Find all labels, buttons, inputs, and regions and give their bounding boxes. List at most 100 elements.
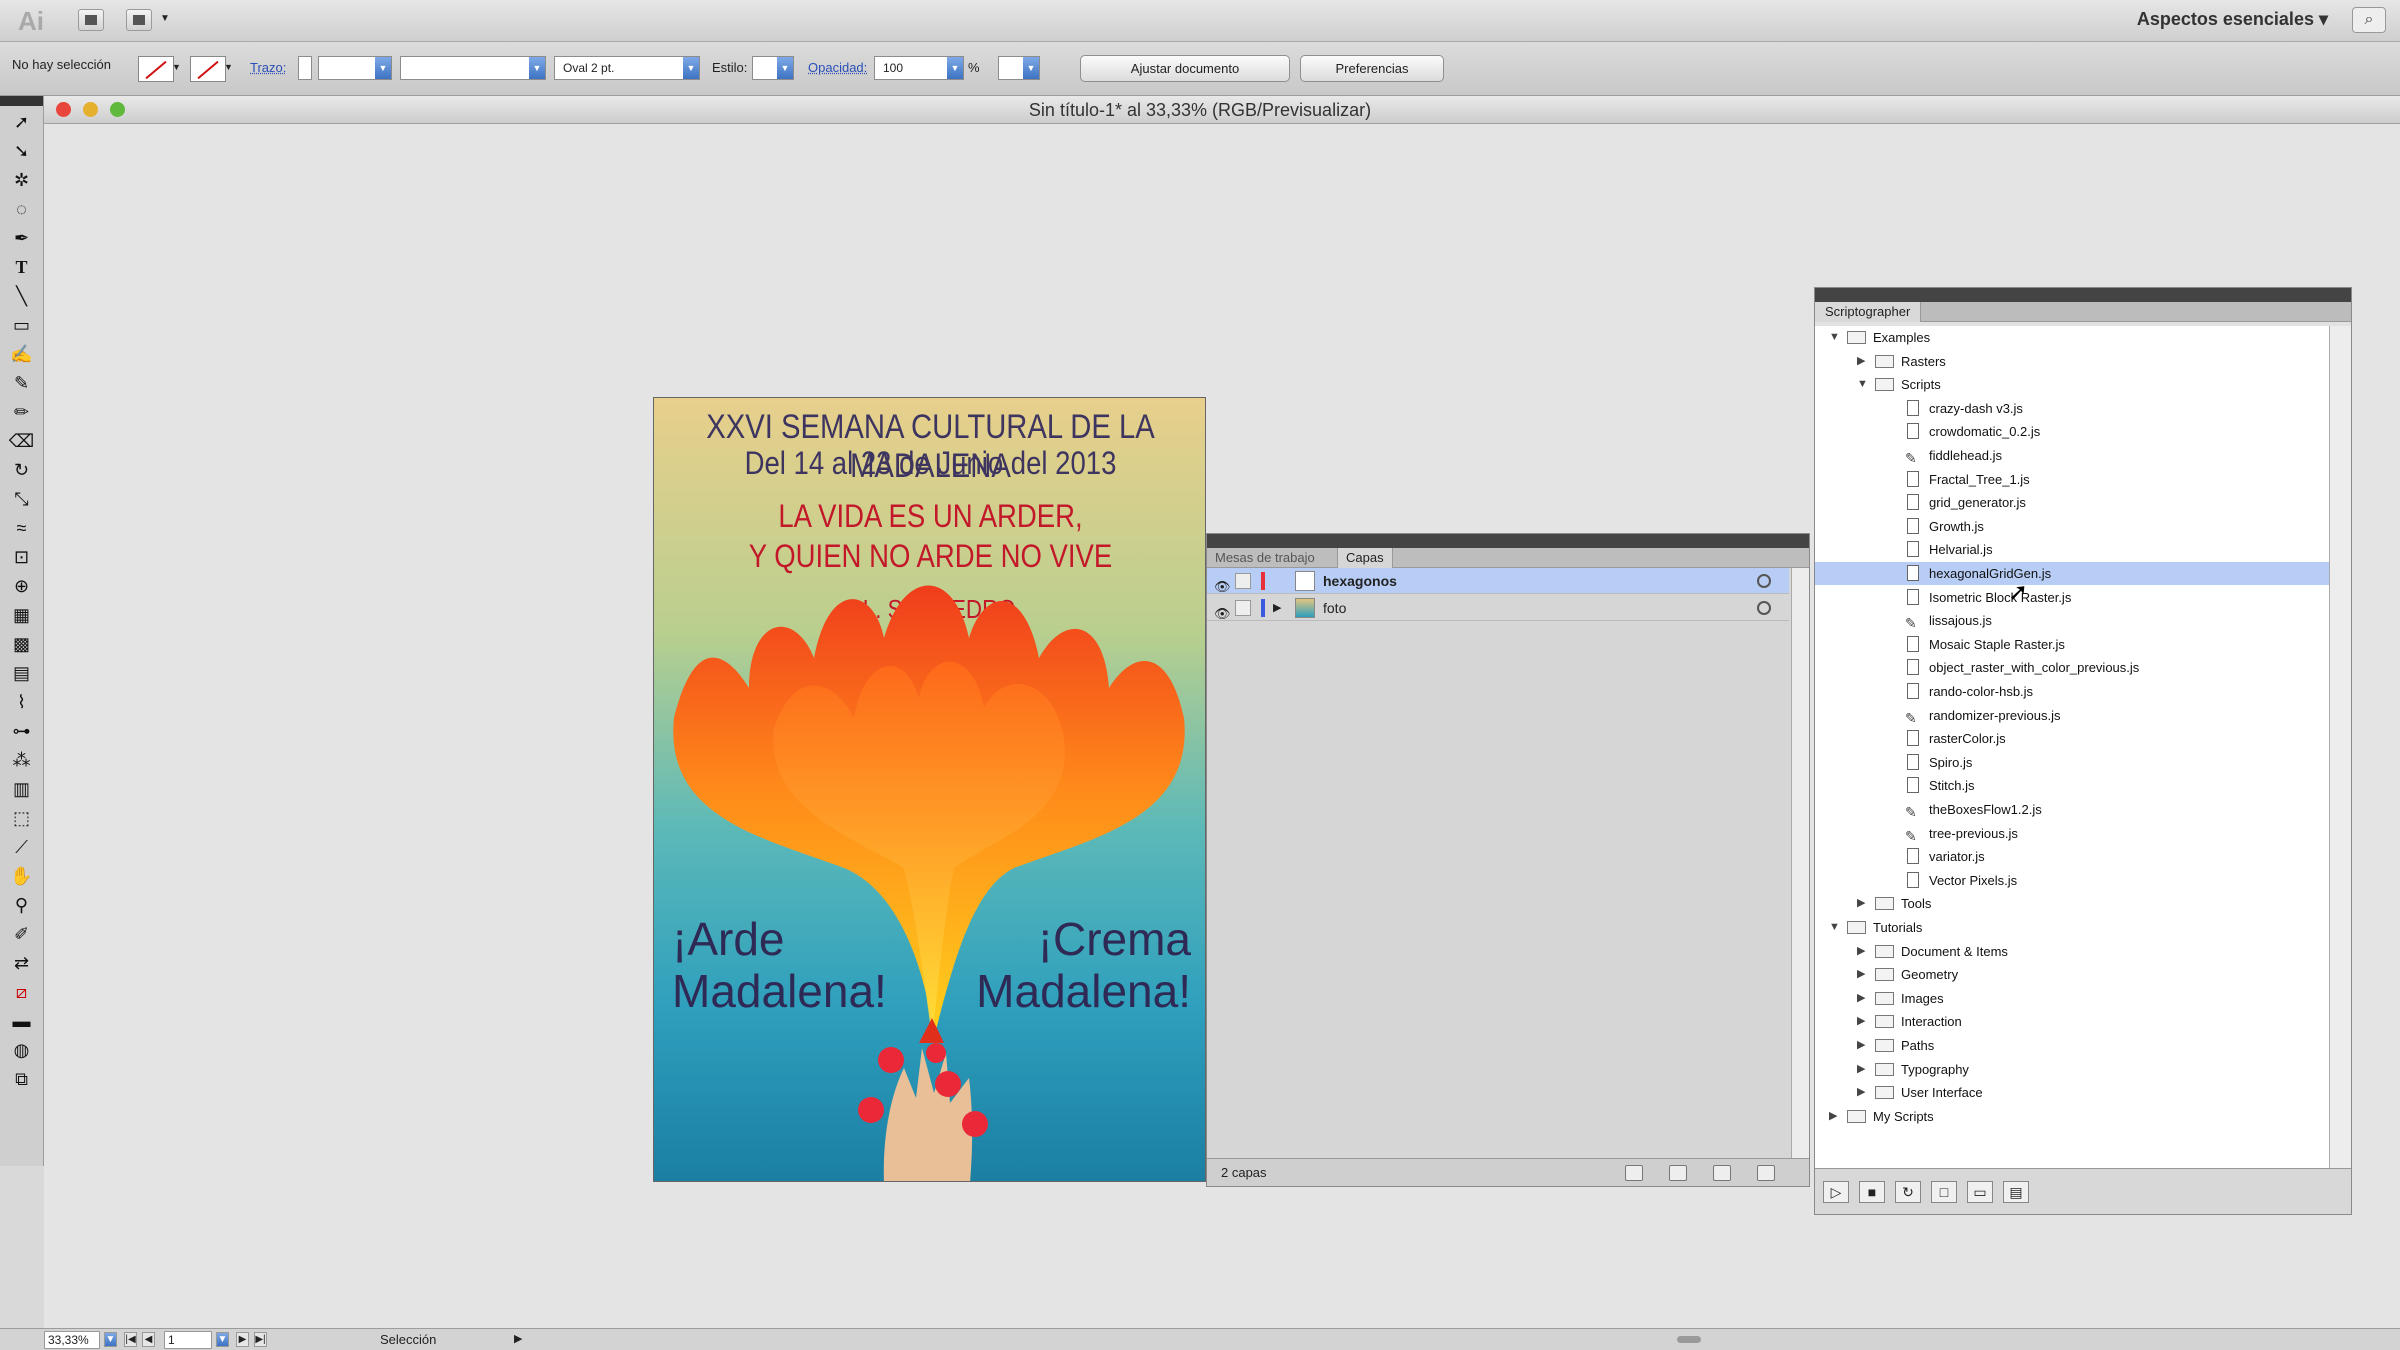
tab-scriptographer[interactable]: Scriptographer: [1815, 302, 1922, 322]
warp-tool-icon[interactable]: ≈: [8, 515, 36, 541]
tree-folder[interactable]: ▶ User Interface: [1815, 1081, 2329, 1104]
layer-name[interactable]: hexagonos: [1323, 568, 1397, 594]
layers-scrollbar[interactable]: [1791, 568, 1809, 1160]
chevron-down-icon[interactable]: ▼: [160, 13, 170, 24]
magic-wand-tool-icon[interactable]: ✲: [8, 167, 36, 193]
arrange-documents-button[interactable]: [126, 9, 152, 31]
disclosure-closed-icon[interactable]: ▶: [1857, 1010, 1865, 1033]
paintbrush-tool-icon[interactable]: ✍: [8, 341, 36, 367]
chevron-down-icon[interactable]: ▼: [172, 62, 181, 72]
disclosure-closed-icon[interactable]: ▶: [1857, 987, 1865, 1010]
slice-tool-icon[interactable]: ⟋: [8, 834, 36, 860]
chevron-down-icon[interactable]: ▼: [216, 1332, 229, 1347]
chevron-down-icon[interactable]: ▼: [224, 62, 233, 72]
selection-tool-icon[interactable]: ➚: [8, 109, 36, 135]
new-layer-icon[interactable]: [1713, 1165, 1731, 1181]
trash-icon[interactable]: [1757, 1165, 1775, 1181]
tree-script-item[interactable]: crowdomatic_0.2.js: [1815, 420, 2329, 443]
lasso-tool-icon[interactable]: ◌: [8, 196, 36, 222]
artboard-poster[interactable]: XXVI SEMANA CULTURAL DE LA MADALENA Del …: [653, 397, 1206, 1182]
new-folder-icon[interactable]: ▭: [1967, 1181, 1993, 1203]
tree-script-item[interactable]: Growth.js: [1815, 515, 2329, 538]
refresh-icon[interactable]: ↻: [1895, 1181, 1921, 1203]
workspace-switcher[interactable]: Aspectos esenciales ▾: [2137, 9, 2328, 30]
tree-script-item[interactable]: Vector Pixels.js: [1815, 869, 2329, 892]
brush-definition[interactable]: Oval 2 pt. ▼: [554, 56, 700, 80]
panel-header[interactable]: [1815, 288, 2351, 302]
script-tree-scrollbar[interactable]: [2329, 326, 2351, 1168]
previous-artboard-icon[interactable]: ◀: [142, 1332, 155, 1347]
column-graph-tool-icon[interactable]: ▥: [8, 776, 36, 802]
eraser-tool-icon[interactable]: ⌫: [8, 428, 36, 454]
tree-script-item[interactable]: object_raster_with_color_previous.js: [1815, 656, 2329, 679]
color-mode-icon[interactable]: ▬: [8, 1008, 36, 1034]
tree-folder[interactable]: ▶ Interaction: [1815, 1010, 2329, 1033]
document-setup-button[interactable]: Ajustar documento: [1080, 55, 1290, 82]
lock-toggle[interactable]: [1235, 573, 1251, 589]
direct-selection-tool-icon[interactable]: ➘: [8, 138, 36, 164]
stroke-swatch[interactable]: [190, 56, 226, 82]
tree-folder[interactable]: ▼ Scripts: [1815, 373, 2329, 396]
recolor-artwork-button[interactable]: ▼: [998, 56, 1040, 80]
stroke-weight-stepper[interactable]: [298, 56, 312, 80]
disclosure-closed-icon[interactable]: ▶: [1857, 350, 1865, 373]
disclosure-open-icon[interactable]: ▼: [1857, 373, 1868, 396]
tree-script-item[interactable]: ✎ fiddlehead.js: [1815, 444, 2329, 467]
horizontal-scrollbar-thumb[interactable]: [1677, 1336, 1701, 1343]
tree-script-item[interactable]: grid_generator.js: [1815, 491, 2329, 514]
gradient-tool-icon[interactable]: ▤: [8, 660, 36, 686]
tree-script-item[interactable]: rasterColor.js: [1815, 727, 2329, 750]
tree-script-item[interactable]: ✎ randomizer-previous.js: [1815, 704, 2329, 727]
tree-folder[interactable]: ▶ Images: [1815, 987, 2329, 1010]
variable-width-profile[interactable]: ▼: [400, 56, 546, 80]
scale-tool-icon[interactable]: ⤡: [8, 486, 36, 512]
disclosure-closed-icon[interactable]: ▶: [1829, 1105, 1837, 1128]
blend-tool-icon[interactable]: ⊶: [8, 718, 36, 744]
preferences-button[interactable]: Preferencias: [1300, 55, 1444, 82]
triangle-right-icon[interactable]: ▶: [514, 1329, 522, 1350]
current-tool-label[interactable]: Selección: [380, 1329, 436, 1350]
play-icon[interactable]: ▷: [1823, 1181, 1849, 1203]
rotate-tool-icon[interactable]: ↻: [8, 457, 36, 483]
layer-name[interactable]: foto: [1323, 595, 1346, 621]
eye-icon[interactable]: 👁: [1214, 601, 1231, 627]
tree-script-item[interactable]: Fractal_Tree_1.js: [1815, 468, 2329, 491]
type-tool-icon[interactable]: T: [8, 254, 36, 280]
disclosure-closed-icon[interactable]: ▶: [1857, 1034, 1865, 1057]
tree-folder[interactable]: ▶ Document & Items: [1815, 940, 2329, 963]
tree-script-item[interactable]: Mosaic Staple Raster.js: [1815, 633, 2329, 656]
tree-script-item[interactable]: Spiro.js: [1815, 751, 2329, 774]
stop-icon[interactable]: ■: [1859, 1181, 1885, 1203]
make-clipping-mask-icon[interactable]: [1669, 1165, 1687, 1181]
screen-mode-icon[interactable]: ⧉: [8, 1066, 36, 1092]
zoom-field[interactable]: 33,33%: [44, 1331, 100, 1349]
fill-swatch[interactable]: [138, 56, 174, 82]
chevron-down-icon[interactable]: ▼: [104, 1332, 117, 1347]
bridge-button[interactable]: [78, 9, 104, 31]
tab-artboards[interactable]: Mesas de trabajo: [1207, 548, 1323, 568]
chevron-down-icon[interactable]: ▼: [947, 57, 963, 79]
opacity-field[interactable]: 100 ▼: [874, 56, 964, 80]
tree-folder[interactable]: ▶ Geometry: [1815, 963, 2329, 986]
tab-layers[interactable]: Capas: [1337, 548, 1393, 568]
hand-tool-icon[interactable]: ✋: [8, 863, 36, 889]
panel-header[interactable]: [1207, 534, 1809, 548]
rectangle-tool-icon[interactable]: ▭: [8, 312, 36, 338]
expand-triangle-icon[interactable]: ▶: [1273, 595, 1281, 621]
search-icon[interactable]: ⌕: [2352, 7, 2386, 33]
disclosure-closed-icon[interactable]: ▶: [1857, 963, 1865, 986]
swap-colors-icon[interactable]: ⇄: [8, 950, 36, 976]
tree-script-item[interactable]: crazy-dash v3.js: [1815, 397, 2329, 420]
eyedropper-tool-icon[interactable]: ⌇: [8, 689, 36, 715]
tree-folder[interactable]: ▶ Typography: [1815, 1058, 2329, 1081]
pen-tool-icon[interactable]: ✒: [8, 225, 36, 251]
tree-folder[interactable]: ▶ Paths: [1815, 1034, 2329, 1057]
last-artboard-icon[interactable]: ▶|: [254, 1332, 267, 1347]
panel-grip[interactable]: [0, 96, 43, 106]
layer-row-hexagonos[interactable]: 👁 hexagonos: [1207, 568, 1789, 594]
draw-mode-icon[interactable]: ◍: [8, 1037, 36, 1063]
tree-folder[interactable]: ▶ Rasters: [1815, 350, 2329, 373]
lock-toggle[interactable]: [1235, 600, 1251, 616]
disclosure-closed-icon[interactable]: ▶: [1857, 892, 1865, 915]
tree-script-item[interactable]: ✎ theBoxesFlow1.2.js: [1815, 798, 2329, 821]
